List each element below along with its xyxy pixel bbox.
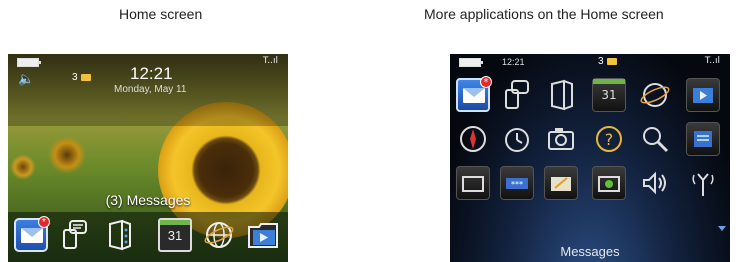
svg-text:***: *** — [511, 180, 523, 189]
memo-icon[interactable] — [686, 122, 720, 156]
memo-glyph — [694, 131, 712, 147]
media-icon[interactable] — [686, 78, 720, 112]
calendar-icon[interactable]: 31 — [592, 78, 626, 112]
envelope-icon — [21, 228, 43, 243]
signal-icon: T..ıl — [704, 56, 720, 66]
envelope-icon — [80, 74, 91, 81]
maps-glyph — [460, 126, 486, 152]
password-keeper-glyph: *** — [506, 178, 528, 189]
messages-icon[interactable]: * — [456, 76, 492, 112]
camera-glyph — [548, 128, 574, 150]
tasks-folder-icon[interactable] — [544, 166, 578, 200]
settings-folder-glyph — [598, 176, 620, 192]
help-icon[interactable]: ? — [592, 122, 626, 156]
wallpaper-bud — [10, 154, 36, 180]
signal-icon: T..ıl — [262, 56, 278, 66]
folder-glyph — [462, 176, 484, 192]
calendar-day: 31 — [167, 228, 183, 243]
camera-icon[interactable] — [544, 122, 578, 156]
tasks-folder-glyph — [551, 177, 571, 191]
envelope-icon — [463, 88, 485, 103]
clock-time: 12:21 — [502, 57, 525, 67]
sound-profile-icon[interactable] — [638, 166, 672, 200]
text-messages-icon[interactable] — [58, 218, 92, 252]
clock-glyph — [505, 128, 529, 152]
clock-icon[interactable] — [500, 122, 534, 156]
selected-app-label: (3) Messages — [105, 192, 191, 208]
notification-count: 3 — [72, 72, 78, 83]
search-glyph — [643, 127, 669, 153]
envelope-icon — [606, 58, 617, 65]
password-keeper-icon[interactable]: *** — [500, 166, 534, 200]
speaker-icon[interactable]: 🔈 — [18, 72, 34, 87]
scroll-down-arrow[interactable] — [718, 226, 726, 231]
contacts-glyph — [551, 79, 573, 111]
settings-folder-icon[interactable] — [592, 166, 626, 200]
status-bar — [450, 54, 730, 70]
messages-icon[interactable]: * — [14, 216, 50, 252]
maps-icon[interactable] — [456, 122, 490, 156]
more-apps-screen: 12:21 3 T..ıl * 31 ? *** Messages — [450, 54, 730, 262]
notification-indicator[interactable]: 3 — [72, 72, 91, 83]
wallpaper-bud — [48, 136, 86, 174]
more-apps-caption: More applications on the Home screen — [424, 6, 664, 22]
browser-icon[interactable] — [638, 78, 672, 112]
help-glyph: ? — [596, 126, 622, 152]
svg-text:?: ? — [605, 130, 614, 149]
home-screen: T..ıl 🔈 3 12:21 Monday, May 11 (3) Messa… — [8, 54, 288, 262]
clock-time: 12:21 — [130, 64, 173, 83]
text-messages-glyph — [505, 80, 529, 109]
sound-profile-glyph — [643, 171, 666, 195]
contacts-icon[interactable] — [544, 78, 578, 112]
new-message-badge: * — [38, 216, 50, 228]
search-icon[interactable] — [638, 122, 672, 156]
wireless-icon[interactable] — [686, 166, 720, 200]
text-messages-icon[interactable] — [500, 78, 534, 112]
media-glyph — [693, 88, 713, 103]
new-message-badge: * — [480, 76, 492, 88]
browser-glyph — [640, 83, 670, 107]
calendar-day: 31 — [601, 88, 617, 102]
selected-app-label: Messages — [560, 244, 620, 259]
clock-date: Monday, May 11 — [114, 84, 187, 95]
calendar-icon[interactable]: 31 — [158, 218, 192, 252]
battery-icon — [459, 58, 483, 67]
contacts-icon[interactable] — [102, 218, 136, 252]
app-dock: * 31 — [8, 212, 288, 262]
folder-icon[interactable] — [456, 166, 490, 200]
browser-icon[interactable] — [202, 218, 236, 252]
home-screen-caption: Home screen — [119, 6, 203, 22]
battery-icon — [17, 58, 41, 67]
wireless-glyph — [692, 173, 714, 196]
media-icon[interactable] — [246, 218, 280, 252]
notification-indicator[interactable]: 3 — [598, 56, 617, 67]
notification-count: 3 — [598, 56, 604, 67]
